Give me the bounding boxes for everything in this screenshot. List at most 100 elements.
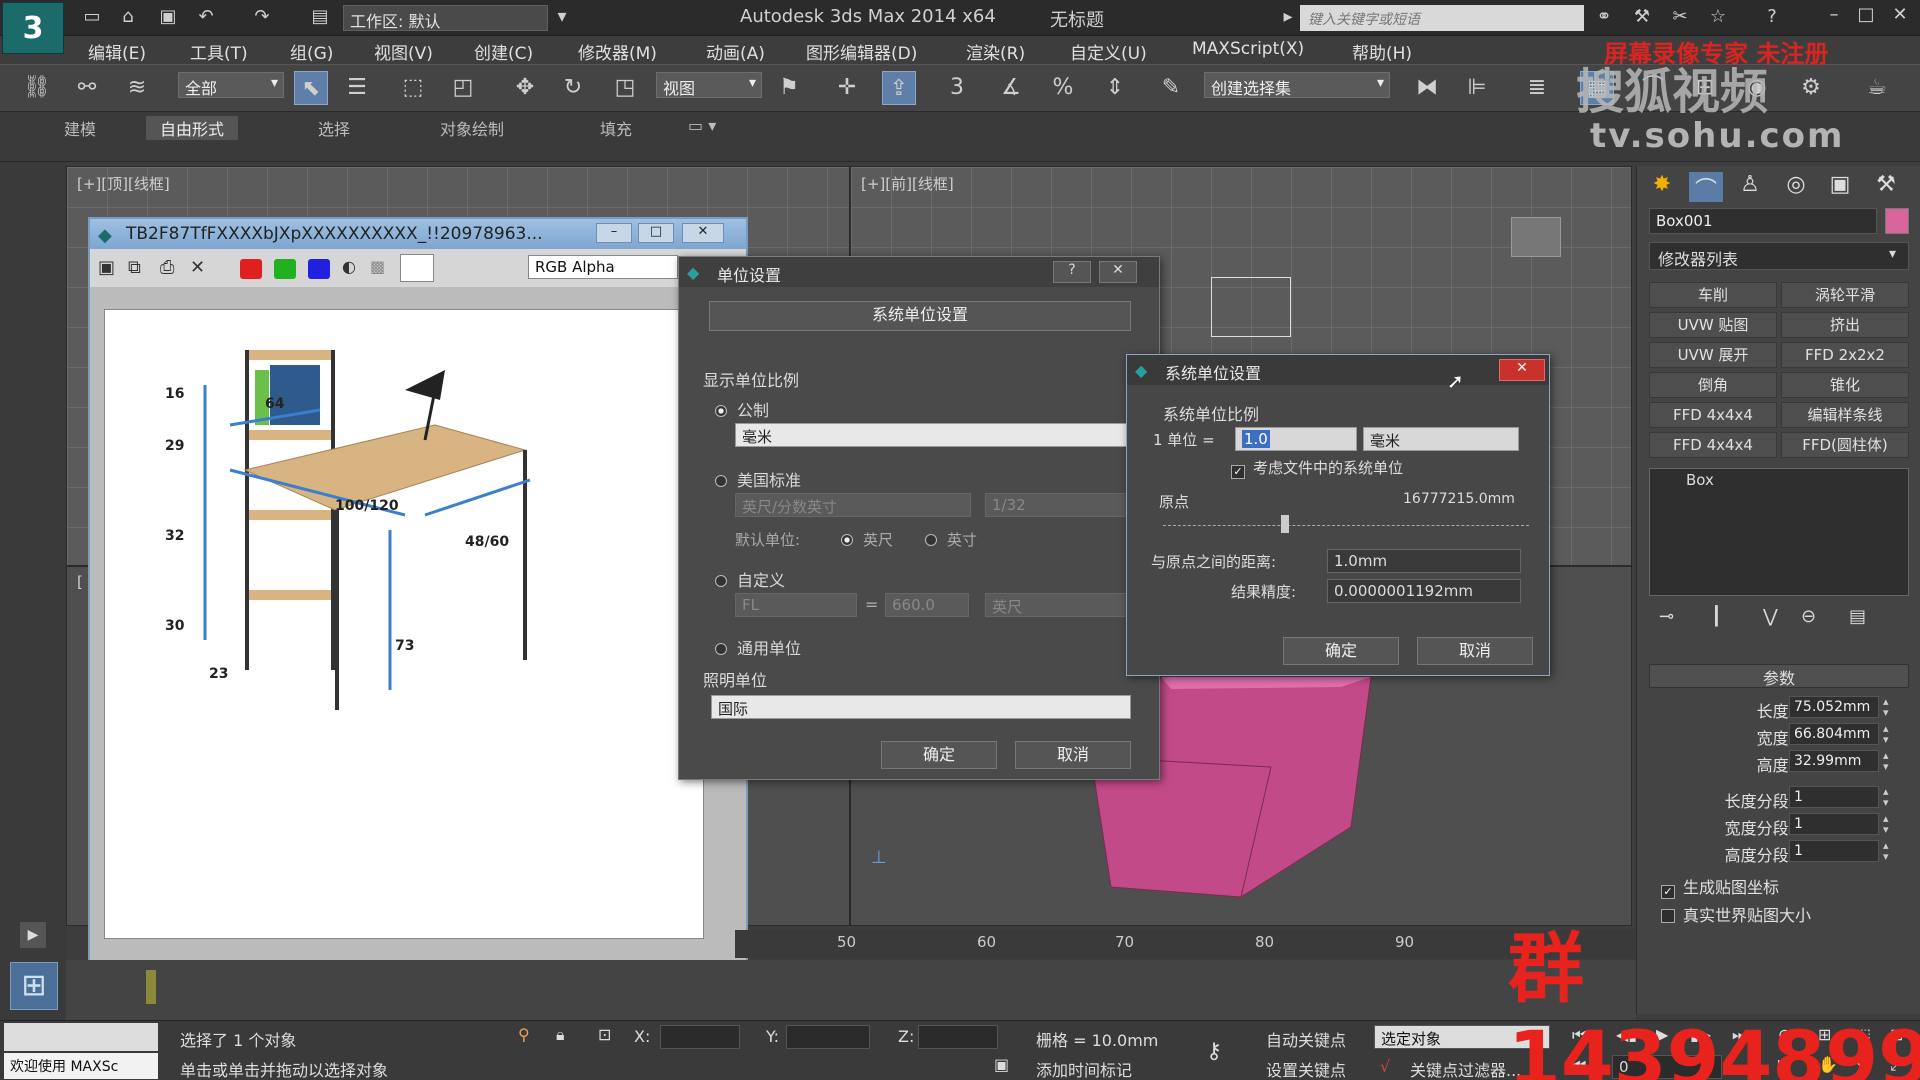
configure-modifier-sets-icon[interactable]: ▤: [1849, 606, 1866, 627]
spinner-icon[interactable]: ▴ ▾: [1883, 696, 1889, 718]
unit-value-selected[interactable]: 1.0: [1242, 430, 1270, 448]
modifier-button[interactable]: 编辑样条线: [1781, 402, 1909, 428]
background-color-swatch[interactable]: [400, 254, 434, 282]
select-by-name-icon[interactable]: ☰: [340, 71, 374, 105]
subscription-icon[interactable]: ⚒: [1630, 6, 1654, 28]
object-color-swatch[interactable]: [1885, 208, 1909, 234]
move-icon[interactable]: ✥: [508, 71, 542, 105]
blue-channel-icon[interactable]: [308, 259, 330, 279]
remove-modifier-icon[interactable]: ⊖: [1801, 606, 1816, 627]
menu-tools[interactable]: 工具(T): [190, 39, 248, 64]
snaps-toggle-icon[interactable]: 3: [940, 71, 974, 105]
layer-manager-icon[interactable]: ≣: [1520, 71, 1554, 105]
radio-icon[interactable]: [925, 534, 937, 546]
set-key-button[interactable]: 设置关键点: [1266, 1057, 1346, 1080]
radio-selected-icon[interactable]: [841, 534, 853, 546]
save-icon[interactable]: ▣: [156, 6, 180, 28]
modifier-button[interactable]: FFD 4x4x4: [1649, 402, 1777, 428]
object-name-field[interactable]: Box001: [1649, 208, 1877, 234]
app-logo-icon[interactable]: 3: [2, 2, 64, 54]
view-cube-icon[interactable]: [1511, 217, 1561, 257]
binoculars-icon[interactable]: ⚭: [1592, 6, 1616, 28]
edit-named-selection-icon[interactable]: ✎: [1154, 71, 1188, 105]
tab-selection[interactable]: 选择: [318, 116, 350, 140]
make-unique-icon[interactable]: ⋁: [1763, 606, 1778, 627]
x-coordinate-field[interactable]: [660, 1025, 740, 1049]
key-filters-button[interactable]: 关键点过滤器...: [1410, 1057, 1521, 1080]
viewport-label-top[interactable]: [+][顶][线框]: [77, 173, 170, 194]
close-button[interactable]: ✕: [1499, 359, 1545, 381]
ribbon-options-icon[interactable]: ▭ ▾: [688, 116, 716, 135]
precision-field[interactable]: 0.0000001192mm: [1327, 579, 1521, 603]
percent-snap-icon[interactable]: %: [1046, 71, 1080, 105]
unit-type-dropdown[interactable]: 毫米: [1363, 427, 1519, 451]
communication-icon[interactable]: ✂: [1668, 6, 1692, 28]
key-filters-icon[interactable]: √: [1380, 1057, 1390, 1076]
maxscript-listener[interactable]: [4, 1023, 158, 1051]
lighting-units-dropdown[interactable]: 国际: [711, 695, 1131, 719]
render-setup-icon[interactable]: ⚙: [1794, 71, 1828, 105]
menu-views[interactable]: 视图(V): [374, 39, 433, 64]
copy-image-icon[interactable]: ⧉: [128, 257, 141, 278]
clear-icon[interactable]: ✕: [190, 257, 205, 278]
modifier-list-dropdown[interactable]: 修改器列表: [1649, 242, 1909, 270]
modifier-button[interactable]: UVW 展开: [1649, 342, 1777, 368]
render-icon[interactable]: ☕: [1860, 71, 1894, 105]
width-segs-field[interactable]: 1: [1789, 813, 1879, 835]
modifier-button[interactable]: 锥化: [1781, 372, 1909, 398]
minimize-button[interactable]: –: [596, 223, 632, 243]
tab-modeling[interactable]: 建模: [64, 116, 96, 140]
modify-tab-icon[interactable]: ⌒: [1689, 172, 1723, 203]
green-channel-icon[interactable]: [274, 259, 296, 279]
system-dialog-title[interactable]: 系统单位设置: [1127, 355, 1549, 385]
us-unit-dropdown[interactable]: 英尺/分数英寸: [735, 493, 971, 517]
modifier-button[interactable]: FFD 2x2x2: [1781, 342, 1909, 368]
width-field[interactable]: 66.804mm: [1789, 723, 1879, 745]
distance-field[interactable]: 1.0mm: [1327, 549, 1521, 573]
align-icon[interactable]: ⊫: [1460, 71, 1494, 105]
tab-freeform[interactable]: 自由形式: [146, 116, 239, 140]
red-channel-icon[interactable]: [240, 259, 262, 279]
unit-value-field[interactable]: 1.0: [1235, 427, 1357, 451]
lock-icon[interactable]: 🔒︎: [556, 1025, 565, 1045]
origin-slider-thumb[interactable]: [1281, 515, 1289, 533]
workspace-dropdown[interactable]: 工作区: 默认: [343, 5, 548, 31]
radio-icon[interactable]: [715, 643, 727, 655]
gen-mapping-checkbox[interactable]: ✓ 生成贴图坐标: [1661, 874, 1779, 899]
pin-stack-icon[interactable]: ⊸: [1659, 606, 1674, 627]
ok-button[interactable]: 确定: [1283, 637, 1399, 665]
timeline-ruler[interactable]: 50 60 70 80 90: [735, 930, 1635, 958]
cancel-button[interactable]: 取消: [1417, 637, 1533, 665]
angle-snap-icon[interactable]: ∡: [994, 71, 1028, 105]
reference-coordinate-dropdown[interactable]: 视图: [656, 72, 762, 98]
key-icon[interactable]: ⚷: [1206, 1039, 1222, 1064]
tab-object-paint[interactable]: 对象绘制: [440, 116, 504, 140]
modifier-button[interactable]: UVW 贴图: [1649, 312, 1777, 338]
keyboard-shortcut-override-icon[interactable]: ⇪: [882, 71, 916, 105]
modifier-button[interactable]: 车削: [1649, 282, 1777, 308]
menu-modifiers[interactable]: 修改器(M): [578, 39, 657, 64]
modifier-button[interactable]: 涡轮平滑: [1781, 282, 1909, 308]
origin-slider-track[interactable]: [1163, 525, 1529, 527]
stack-item-box[interactable]: Box: [1686, 471, 1714, 489]
spinner-icon[interactable]: ▴ ▾: [1883, 840, 1889, 862]
add-time-tag[interactable]: 添加时间标记: [1036, 1057, 1132, 1080]
custom-unit-dropdown[interactable]: 英尺: [985, 593, 1131, 617]
ok-button[interactable]: 确定: [881, 741, 997, 769]
link-icon[interactable]: ⛓: [20, 71, 54, 105]
isolate-icon[interactable]: ⚲: [518, 1025, 530, 1044]
cancel-button[interactable]: 取消: [1015, 741, 1131, 769]
close-button[interactable]: ✕: [1886, 4, 1914, 30]
real-world-map-checkbox[interactable]: 真实世界贴图大小: [1661, 902, 1811, 926]
menu-group[interactable]: 组(G): [290, 39, 333, 64]
menu-rendering[interactable]: 渲染(R): [966, 39, 1025, 64]
custom-radio[interactable]: 自定义: [715, 567, 785, 591]
selection-filter-dropdown[interactable]: 全部: [178, 72, 284, 98]
viewport-label-left[interactable]: [: [77, 573, 83, 591]
feet-radio[interactable]: 英尺: [841, 529, 893, 550]
respect-system-units-checkbox[interactable]: ✓ 考虑文件中的系统单位: [1231, 457, 1403, 479]
spinner-icon[interactable]: ▴ ▾: [1883, 786, 1889, 808]
chevron-down-icon[interactable]: ▾: [550, 6, 574, 28]
modifier-button[interactable]: 挤出: [1781, 312, 1909, 338]
menu-animation[interactable]: 动画(A): [706, 39, 765, 64]
